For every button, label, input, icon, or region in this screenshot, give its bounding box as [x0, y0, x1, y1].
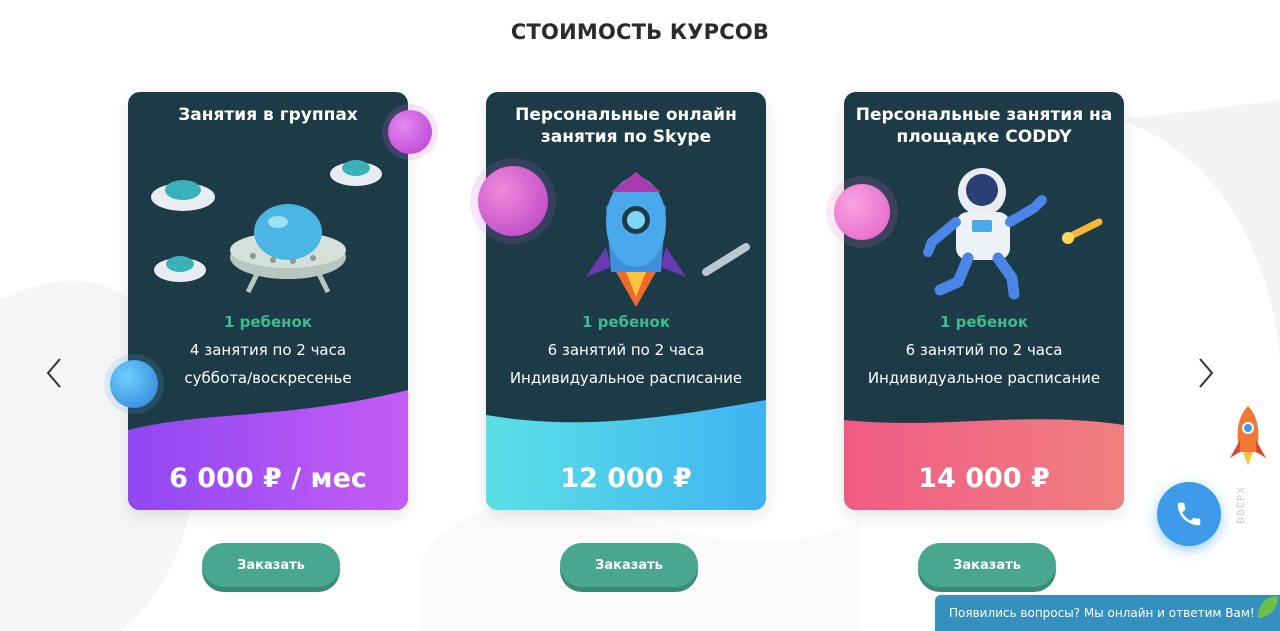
kids-count: 1 ребенок: [581, 313, 671, 331]
planet-icon: [834, 184, 890, 240]
chat-text: Появились вопросы? Мы онлайн и ответим В…: [949, 606, 1255, 620]
price: 6 000 ₽ / мес: [169, 463, 367, 494]
astronaut-illustration: [923, 168, 1103, 300]
card-title: Персональные занятия на площадке CODDY: [855, 105, 1113, 147]
schedule: Индивидуальное расписание: [867, 369, 1101, 387]
chevron-right-icon: [1199, 358, 1214, 388]
planet-icon: [110, 360, 158, 408]
online-chat-bar[interactable]: Появились вопросы? Мы онлайн и ответим В…: [935, 595, 1280, 631]
kids-count: 1 ребенок: [939, 313, 1029, 331]
course-card-skype: Персональные онлайн занятия по Skype 1 р…: [486, 92, 766, 510]
kids-count: 1 ребенок: [223, 313, 313, 331]
order-button-coddy[interactable]: Заказать: [918, 543, 1056, 587]
planet-icon: [478, 166, 548, 236]
course-card-coddy: Персональные занятия на площадке CODDY 1…: [844, 92, 1124, 510]
phone-icon: [1177, 502, 1201, 526]
leaf-icon: [1258, 596, 1278, 618]
card-title: Занятия в группах: [178, 105, 358, 125]
price: 14 000 ₽: [918, 463, 1050, 494]
callback-phone-button[interactable]: [1157, 482, 1221, 546]
lessons-count: 4 занятия по 2 часа: [189, 341, 347, 359]
order-button-groups[interactable]: Заказать: [202, 543, 340, 587]
lessons-count: 6 занятий по 2 часа: [905, 341, 1063, 359]
carousel-next-button[interactable]: [1190, 355, 1220, 391]
scroll-top-rocket-icon[interactable]: [1226, 404, 1270, 470]
schedule: Индивидуальное расписание: [509, 369, 743, 387]
scroll-top-label[interactable]: ВВЕРХ: [1236, 478, 1260, 524]
chevron-left-icon: [46, 358, 61, 388]
course-card-groups: Занятия в группах 1 ребенок 4 занятия по…: [128, 92, 408, 510]
lessons-count: 6 занятий по 2 часа: [547, 341, 705, 359]
order-button-skype[interactable]: Заказать: [560, 543, 698, 587]
carousel-prev-button[interactable]: [40, 355, 70, 391]
schedule: суббота/воскресенье: [184, 369, 352, 387]
section-title: СТОИМОСТЬ КУРСОВ: [510, 20, 770, 44]
price: 12 000 ₽: [560, 463, 692, 494]
planet-icon: [388, 110, 432, 154]
ufo-illustration: [151, 160, 382, 294]
card-title: Персональные онлайн занятия по Skype: [515, 105, 737, 147]
